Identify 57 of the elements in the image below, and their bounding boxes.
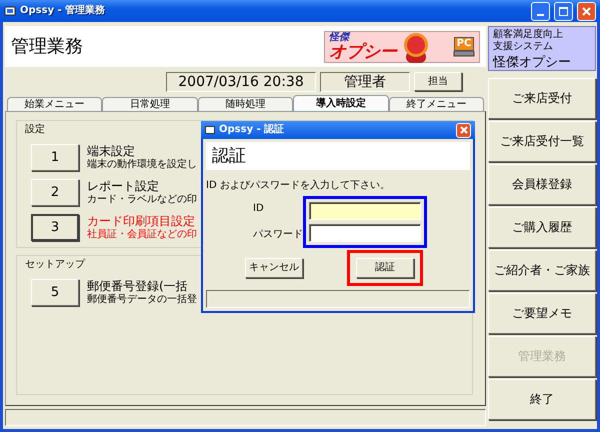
menu-button[interactable]: 終了 — [488, 379, 596, 420]
password-field[interactable] — [309, 224, 421, 242]
info-text: 顧客満足度向上 — [493, 29, 564, 40]
setting-title: カード印刷項目設定 — [87, 214, 196, 228]
setting-description: 郵便番号データの一括登 — [87, 294, 197, 306]
user-display: 管理者 — [320, 72, 410, 92]
setting-title: レポート設定 — [87, 179, 160, 194]
dialog-heading: 認証 — [212, 146, 246, 166]
close-button[interactable] — [577, 2, 596, 20]
staff-button[interactable]: 担当 — [414, 72, 462, 91]
dialog-button[interactable]: 認証 — [356, 258, 414, 278]
dialog-title: Opssy - 認証 — [219, 124, 284, 136]
date-time-display: 2007/03/16 20:38 — [166, 72, 316, 92]
info-text: 支援システム — [493, 41, 554, 53]
field-label: パスワード — [253, 229, 303, 241]
tab[interactable]: 日常処理 — [102, 97, 198, 111]
prompt-text: ID およびパスワードを入力して下さい。 — [206, 180, 391, 192]
tab[interactable]: 終了メニュー — [388, 97, 484, 111]
logo-subtitle: 怪傑 — [329, 32, 350, 43]
menu-button[interactable]: ご紹介者・ご家族 — [488, 250, 596, 291]
hero-figure-icon — [401, 30, 431, 62]
menu-button[interactable]: ご来店受付 — [488, 78, 596, 119]
number-button[interactable]: 1 — [31, 144, 79, 171]
app-icon — [205, 125, 215, 135]
menu-button[interactable]: 会員様登録 — [488, 164, 596, 205]
pc-badge: PC — [454, 36, 474, 50]
tab[interactable]: 始業メニュー — [7, 97, 102, 111]
menu-button[interactable]: ご要望メモ — [488, 293, 596, 334]
maximize-button[interactable] — [554, 2, 573, 20]
tab[interactable]: 随時処理 — [198, 97, 294, 111]
setting-title: 端末設定 — [87, 144, 136, 158]
app-icon — [4, 5, 16, 17]
number-button[interactable]: 5 — [31, 279, 79, 306]
setting-description: カード・ラベルなどの印 — [87, 194, 197, 206]
logo-name: オプシー — [329, 44, 397, 61]
maximize-icon — [559, 6, 568, 16]
close-icon — [582, 6, 591, 16]
menu-button[interactable]: ご来店受付一覧 — [488, 121, 596, 162]
close-button[interactable] — [456, 122, 471, 138]
number-button[interactable]: 3 — [31, 214, 79, 241]
setting-title: 郵便番号登録(一括 — [87, 279, 189, 294]
field-label: ID — [253, 203, 265, 215]
id-field[interactable] — [309, 202, 421, 220]
page-title: 管理業務 — [11, 36, 83, 58]
tab[interactable]: 導入時設定 — [293, 95, 389, 111]
minimize-button[interactable] — [531, 2, 550, 20]
menu-button[interactable]: ご購入履歴 — [488, 207, 596, 248]
product-name: 怪傑オプシー — [493, 55, 572, 71]
group-title: セットアップ — [25, 259, 85, 271]
setting-description: 社員証・会員証などの印 — [87, 228, 197, 241]
window-title: Opssy - 管理業務 — [20, 5, 106, 17]
dialog-button[interactable]: キャンセル — [245, 258, 303, 278]
close-icon — [460, 126, 468, 134]
minimize-icon — [537, 14, 544, 16]
number-button[interactable]: 2 — [31, 179, 79, 206]
group-title: 設定 — [25, 124, 45, 136]
setting-description: 端末の動作環境を設定し — [87, 158, 197, 171]
